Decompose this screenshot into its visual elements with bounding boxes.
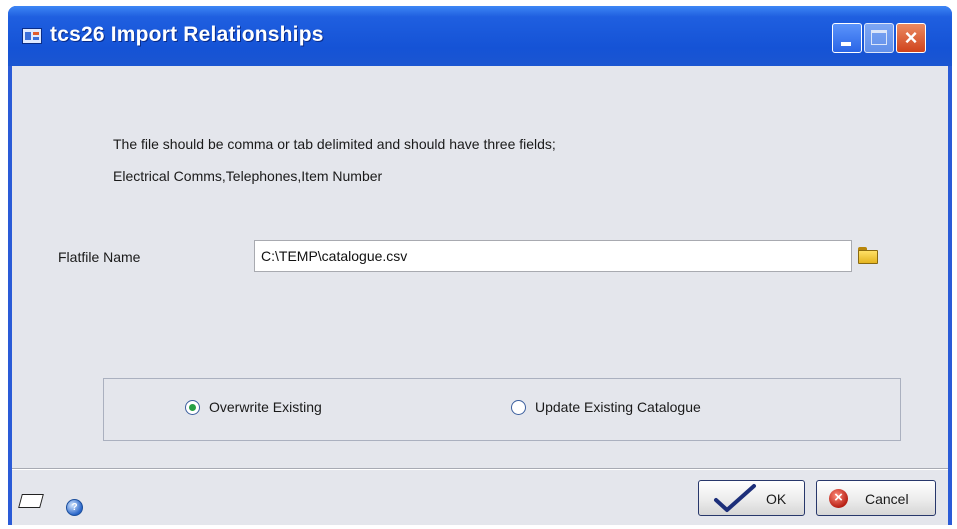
update-existing-catalogue-label: Update Existing Catalogue <box>535 399 701 415</box>
radio-selected-icon <box>185 399 200 415</box>
footer-divider <box>12 468 948 470</box>
note-icon[interactable] <box>18 494 44 508</box>
close-button[interactable]: × <box>896 23 926 53</box>
radio-unselected-icon <box>511 399 526 415</box>
folder-icon[interactable] <box>858 247 878 264</box>
window-title: tcs26 Import Relationships <box>50 23 324 46</box>
flatfile-name-input[interactable] <box>254 240 852 272</box>
import-mode-group: Overwrite Existing Update Existing Catal… <box>103 378 901 441</box>
help-icon[interactable]: ? <box>66 499 83 516</box>
flatfile-name-label: Flatfile Name <box>58 249 141 265</box>
app-icon <box>22 28 42 44</box>
minimize-icon <box>841 42 851 46</box>
ok-button[interactable]: OK <box>698 480 805 516</box>
checkmark-icon <box>714 484 756 512</box>
maximize-icon <box>871 30 887 45</box>
update-existing-catalogue-radio[interactable]: Update Existing Catalogue <box>511 399 701 415</box>
cancel-icon <box>829 489 848 508</box>
instruction-text-line-1: The file should be comma or tab delimite… <box>113 136 556 152</box>
ok-label: OK <box>766 491 787 507</box>
overwrite-existing-radio[interactable]: Overwrite Existing <box>185 399 322 415</box>
overwrite-existing-label: Overwrite Existing <box>209 399 322 415</box>
minimize-button[interactable] <box>832 23 862 53</box>
maximize-button[interactable] <box>864 23 894 53</box>
cancel-button[interactable]: Cancel <box>816 480 936 516</box>
import-relationships-window: tcs26 Import Relationships × The file sh… <box>8 6 952 525</box>
title-bar[interactable]: tcs26 Import Relationships × <box>8 6 952 66</box>
dialog-body: The file should be comma or tab delimite… <box>12 66 948 525</box>
cancel-label: Cancel <box>865 491 909 507</box>
close-icon: × <box>904 25 918 50</box>
instruction-text-line-2: Electrical Comms,Telephones,Item Number <box>113 168 383 184</box>
